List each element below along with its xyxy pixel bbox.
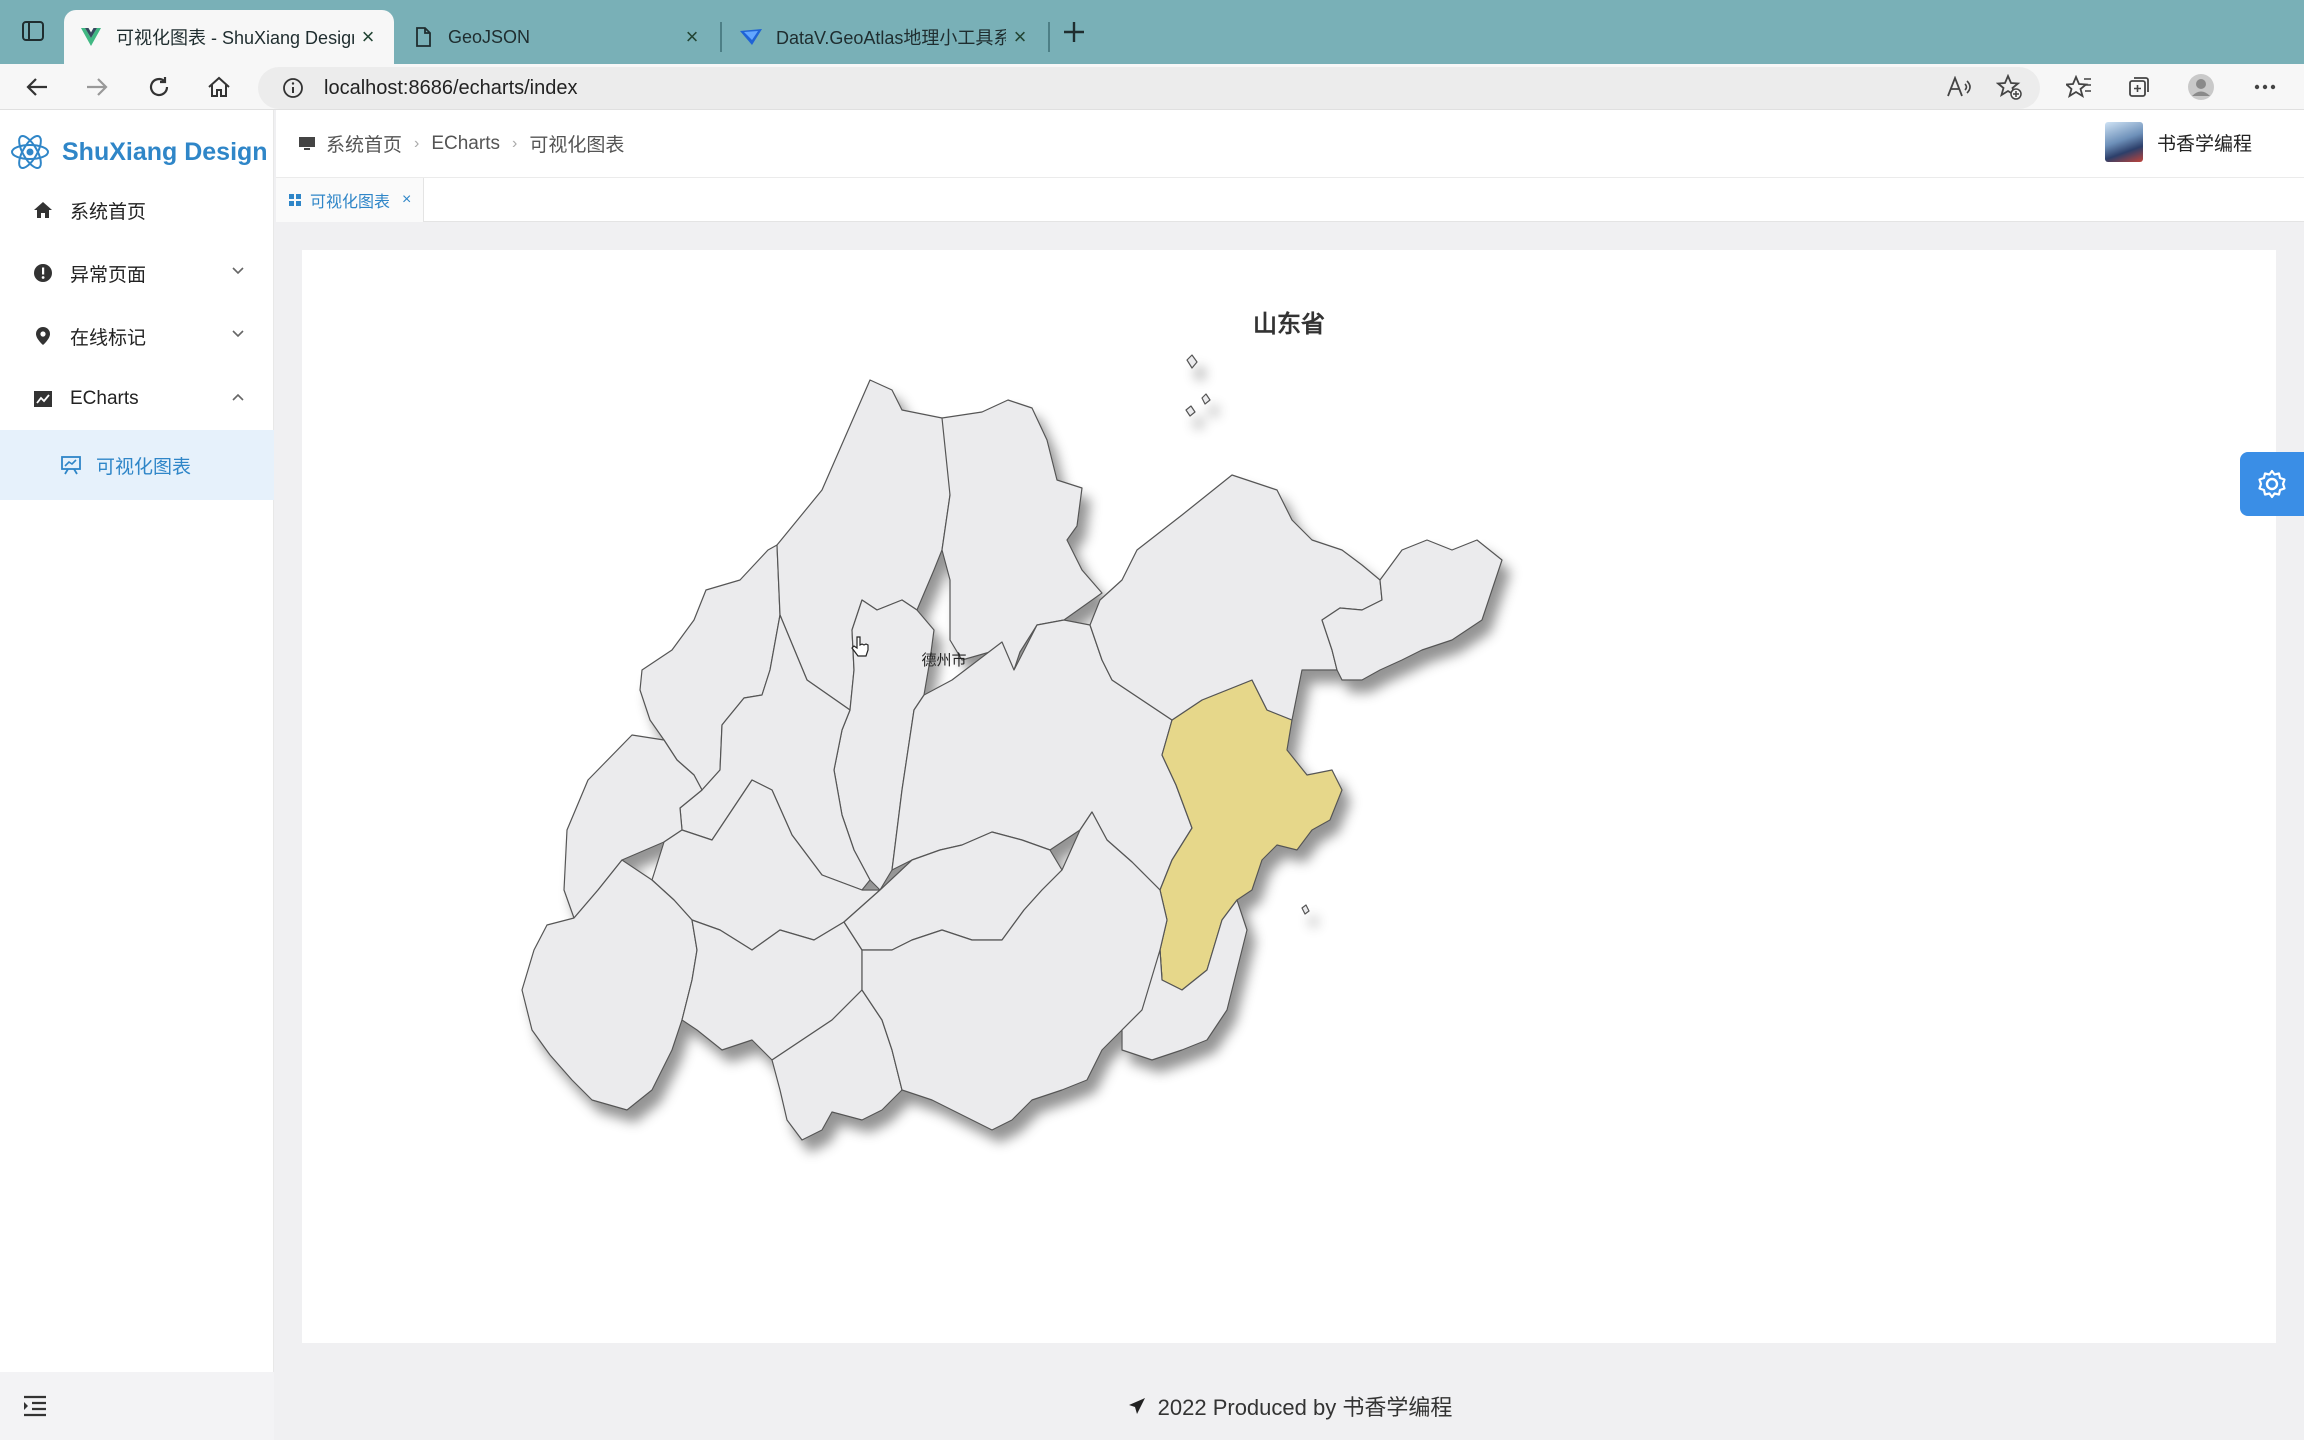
reload-button[interactable] xyxy=(140,68,178,106)
sidebar-item-online-marking[interactable]: 在线标记 xyxy=(0,306,274,366)
tab-title: DataV.GeoAtlas地理小工具系列 xyxy=(776,28,1006,48)
reload-icon xyxy=(149,77,169,97)
chevron-down-icon xyxy=(232,267,244,275)
close-icon[interactable]: × xyxy=(678,23,706,51)
grid-icon xyxy=(289,194,301,206)
location-pin-icon xyxy=(32,325,54,347)
sidebar-item-visual-charts[interactable]: 可视化图表 xyxy=(0,430,274,500)
atom-logo-icon xyxy=(11,135,49,169)
chevron-up-icon xyxy=(232,393,244,401)
tab-separator xyxy=(1048,22,1050,52)
arrow-left-icon xyxy=(26,78,47,96)
tag-visual-charts[interactable]: 可视化图表 × xyxy=(276,178,425,222)
sidebar-item-label: 系统首页 xyxy=(70,201,147,223)
sidebar-collapse-bar xyxy=(0,1372,274,1440)
logo[interactable]: ShuXiang Design xyxy=(10,122,268,182)
arrow-right-icon xyxy=(87,78,108,96)
add-favorite-button[interactable] xyxy=(1992,70,2026,104)
presentation-chart-icon xyxy=(60,454,82,476)
favorites-button[interactable] xyxy=(2062,70,2096,104)
home-button[interactable] xyxy=(200,68,238,106)
footer-text: 2022 Produced by 书香学编程 xyxy=(1157,1395,1453,1420)
map-region[interactable] xyxy=(521,859,698,1111)
document-icon xyxy=(412,26,434,48)
map-island xyxy=(1186,354,1198,369)
browser-tab-active[interactable]: 可视化图表 - ShuXiang Design × xyxy=(64,10,394,64)
close-icon[interactable]: × xyxy=(354,23,382,51)
user-name: 书香学编程 xyxy=(2156,133,2252,155)
chart-icon xyxy=(32,388,54,410)
address-bar: localhost:8686/echarts/index xyxy=(0,64,2304,110)
url-text: localhost:8686/echarts/index xyxy=(324,76,578,99)
sidebar-item-label: 可视化图表 xyxy=(96,456,192,478)
profile-button[interactable] xyxy=(2184,70,2218,104)
chevron-down-icon xyxy=(232,330,244,338)
tags-view-bar: 可视化图表 × xyxy=(276,178,2304,222)
sidebar-item-echarts[interactable]: ECharts xyxy=(0,369,274,429)
tab-separator xyxy=(720,22,722,52)
close-icon[interactable]: × xyxy=(402,191,411,209)
tab-actions-button[interactable] xyxy=(18,16,48,46)
read-aloud-icon xyxy=(1947,76,1971,97)
tab-title: 可视化图表 - ShuXiang Design xyxy=(116,28,354,48)
breadcrumb-item[interactable]: 系统首页 xyxy=(326,130,402,157)
map-island xyxy=(1301,904,1310,915)
ellipsis-icon xyxy=(2254,84,2276,90)
forward-button[interactable] xyxy=(78,68,116,106)
page-footer: 2022 Produced by 书香学编程 xyxy=(276,1372,2304,1440)
chevron-right-icon: › xyxy=(511,134,518,152)
sidebar: ShuXiang Design 系统首页 异常页面 在线标记 ECharts 可… xyxy=(0,110,274,1440)
breadcrumb-item[interactable]: ECharts xyxy=(431,133,500,155)
map-island xyxy=(1185,405,1196,417)
star-add-icon xyxy=(1996,74,2022,100)
region-label: 德州市 xyxy=(921,651,966,669)
sidebar-item-label: 异常页面 xyxy=(70,264,147,286)
favorites-icon xyxy=(2066,75,2091,98)
collections-icon xyxy=(2129,77,2149,97)
warning-icon xyxy=(32,262,54,284)
close-icon[interactable]: × xyxy=(1006,23,1034,51)
info-icon[interactable] xyxy=(280,75,306,101)
user-menu[interactable]: 书香学编程 xyxy=(2104,122,2252,162)
shandong-map[interactable]: 德州市 xyxy=(302,250,2276,1343)
gear-icon xyxy=(2258,469,2286,499)
datav-logo-icon xyxy=(740,26,762,48)
home-icon xyxy=(32,199,54,221)
new-tab-button[interactable] xyxy=(1056,14,1092,50)
tab-title: GeoJSON xyxy=(448,26,531,47)
tag-label: 可视化图表 xyxy=(310,194,391,211)
breadcrumb-item-current: 可视化图表 xyxy=(529,135,625,156)
browser-tab[interactable]: DataV.GeoAtlas地理小工具系列 × xyxy=(724,10,1046,64)
monitor-icon xyxy=(299,136,315,150)
vue-logo-icon xyxy=(80,26,102,48)
sidebar-item-label: 在线标记 xyxy=(70,327,147,349)
avatar[interactable] xyxy=(2104,122,2143,162)
sidebar-item-error-pages[interactable]: 异常页面 xyxy=(0,243,274,303)
more-options-button[interactable] xyxy=(2248,70,2282,104)
map-island xyxy=(1201,393,1211,405)
send-icon xyxy=(1128,1398,1145,1414)
sidebar-item-label: ECharts xyxy=(70,388,139,409)
url-field[interactable]: localhost:8686/echarts/index xyxy=(258,67,2040,109)
page-header: 系统首页 › ECharts › 可视化图表 书香学编程 xyxy=(276,110,2304,178)
chart-card: 山东省 德州市 xyxy=(302,250,2276,1343)
logo-text: ShuXiang Design xyxy=(62,137,268,166)
tab-actions-icon xyxy=(22,21,44,41)
sidebar-item-home[interactable]: 系统首页 xyxy=(0,180,274,240)
back-button[interactable] xyxy=(18,68,56,106)
map-region-highlight[interactable] xyxy=(1159,679,1343,991)
plus-icon xyxy=(1064,22,1084,42)
browser-tab-strip: 可视化图表 - ShuXiang Design × GeoJSON × Data… xyxy=(0,0,2304,64)
browser-tab[interactable]: GeoJSON × xyxy=(396,10,718,64)
profile-icon xyxy=(2188,74,2214,100)
chevron-right-icon: › xyxy=(414,134,420,152)
settings-button[interactable] xyxy=(2240,452,2304,516)
collections-button[interactable] xyxy=(2122,70,2156,104)
home-icon xyxy=(208,76,230,97)
read-aloud-button[interactable] xyxy=(1942,70,1976,104)
map-region[interactable] xyxy=(1089,474,1383,721)
breadcrumb: 系统首页 › ECharts › 可视化图表 xyxy=(298,130,624,157)
collapse-menu-icon[interactable] xyxy=(22,1394,48,1418)
